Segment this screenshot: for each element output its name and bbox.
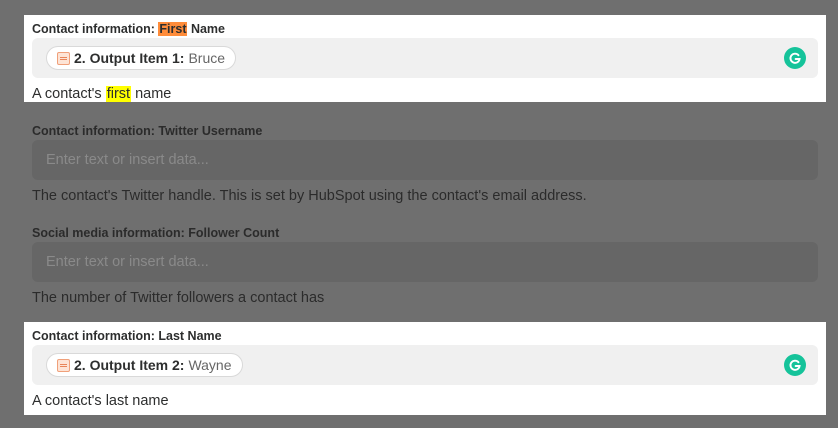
formatter-app-icon bbox=[57, 358, 70, 372]
search-match-highlight: First bbox=[158, 22, 188, 36]
pill-value: Bruce bbox=[188, 50, 226, 66]
twitter-username-input[interactable]: Enter text or insert data... bbox=[32, 140, 818, 180]
data-pill[interactable]: 2. Output Item 2: Wayne bbox=[46, 353, 243, 377]
formatter-app-icon bbox=[57, 51, 70, 65]
field-label: Social media information: Follower Count bbox=[32, 226, 280, 240]
pill-name: 2. Output Item 2: bbox=[74, 357, 185, 373]
last-name-input[interactable]: 2. Output Item 2: Wayne bbox=[32, 345, 818, 385]
field-twitter-username: Contact information: Twitter Username En… bbox=[24, 117, 826, 207]
grammarly-icon[interactable] bbox=[784, 47, 806, 69]
label-text: Name bbox=[187, 22, 226, 36]
field-help-text: The number of Twitter followers a contac… bbox=[32, 290, 325, 306]
follower-count-input[interactable]: Enter text or insert data... bbox=[32, 242, 818, 282]
input-placeholder: Enter text or insert data... bbox=[46, 152, 209, 168]
field-follower-count: Social media information: Follower Count… bbox=[24, 219, 826, 309]
field-first-name: Contact information: First Name 2. Outpu… bbox=[24, 15, 826, 102]
input-placeholder: Enter text or insert data... bbox=[46, 254, 209, 270]
pill-value: Wayne bbox=[188, 357, 232, 373]
field-label: Contact information: Twitter Username bbox=[32, 124, 263, 138]
label-text: Contact information: bbox=[32, 22, 159, 36]
field-label: Contact information: First Name bbox=[32, 15, 818, 38]
search-match-highlight: first bbox=[105, 86, 132, 102]
field-help-text: A contact's first name bbox=[32, 86, 172, 102]
grammarly-icon[interactable] bbox=[784, 354, 806, 376]
first-name-input[interactable]: 2. Output Item 1: Bruce bbox=[32, 38, 818, 78]
pill-name: 2. Output Item 1: bbox=[74, 50, 185, 66]
field-help-text: The contact's Twitter handle. This is se… bbox=[32, 188, 587, 204]
field-label: Contact information: Last Name bbox=[32, 329, 222, 343]
field-last-name: Contact information: Last Name 2. Output… bbox=[24, 322, 826, 415]
data-pill[interactable]: 2. Output Item 1: Bruce bbox=[46, 46, 237, 70]
field-help-text: A contact's last name bbox=[32, 393, 169, 409]
